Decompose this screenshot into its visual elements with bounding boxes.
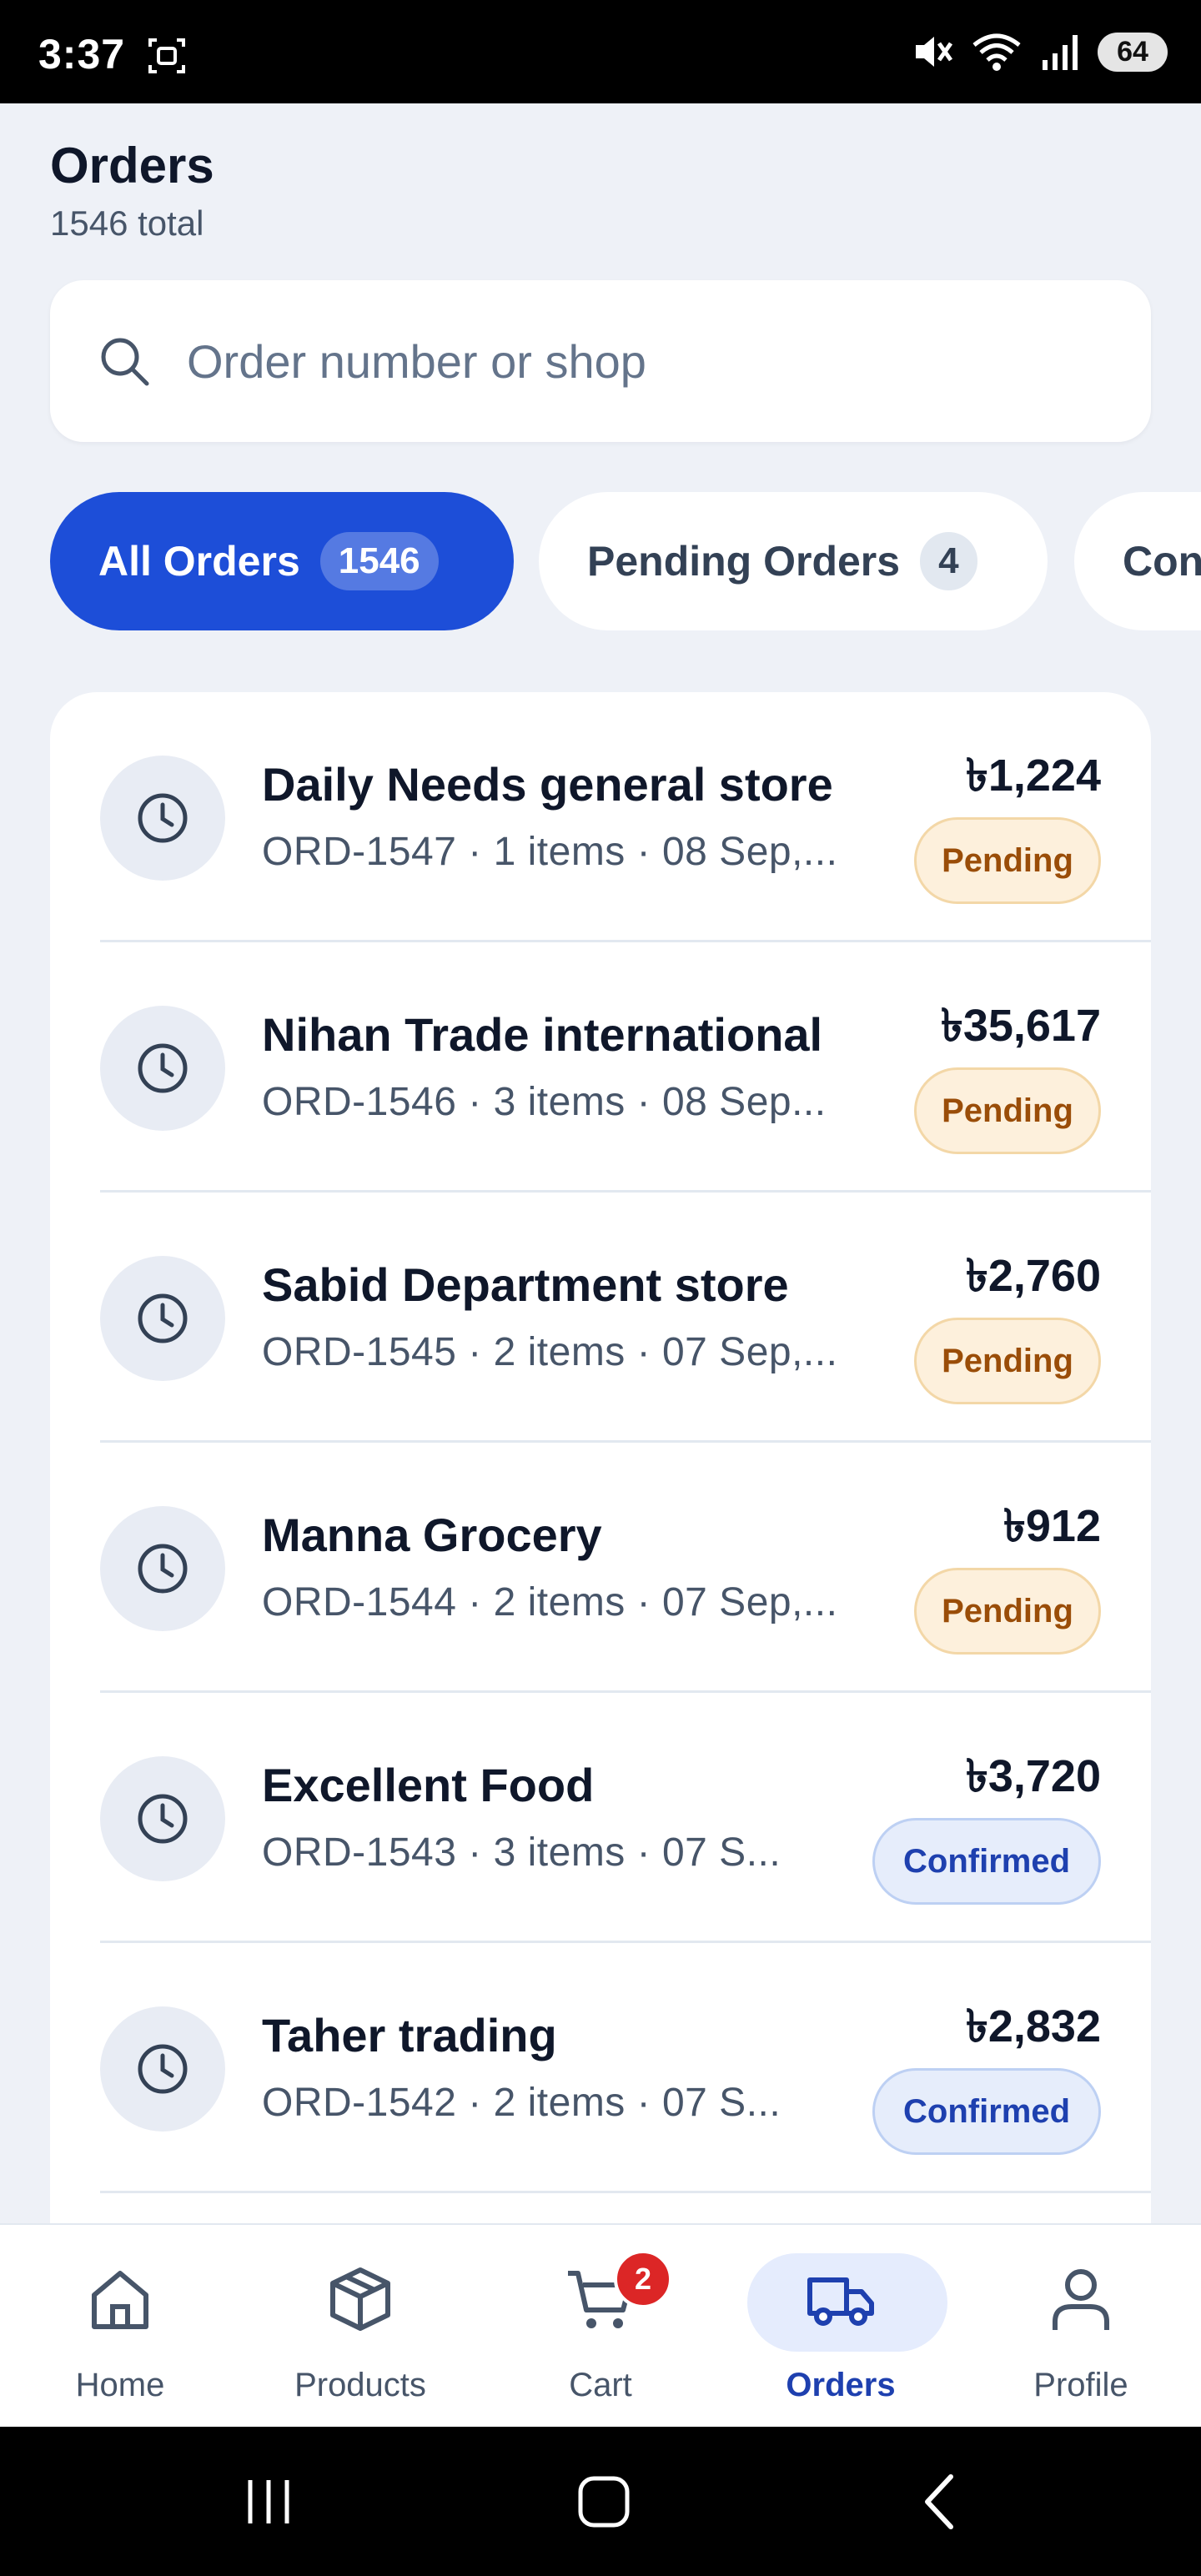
status-badge: Pending (914, 1318, 1101, 1404)
order-status-icon (100, 756, 225, 881)
nav-label: Profile (1033, 2367, 1128, 2403)
back-icon[interactable] (907, 2468, 974, 2535)
order-row[interactable]: Nihan Trade international ORD-1546 · 3 i… (50, 942, 1151, 1193)
clock-icon (138, 1544, 188, 1594)
order-amount: ৳2,760 (965, 1251, 1101, 1301)
search-icon (101, 338, 149, 386)
order-status-icon (100, 1756, 225, 1881)
nav-home[interactable]: Home (0, 2225, 240, 2428)
nav-cart[interactable]: 2 Cart (480, 2225, 721, 2428)
tab-count-badge: 4 (920, 532, 977, 590)
clock-icon (138, 1293, 188, 1343)
bottom-navigation: Home Products 2 Cart Orders Profile (0, 2223, 1201, 2427)
orders-total-count: 1546 total (50, 203, 204, 243)
tab-label: Pending Orders (587, 538, 901, 585)
order-meta: ORD-1544 · 2 items · 07 Sep,... (262, 1580, 838, 1624)
tab-all-orders[interactable]: All Orders 1546 (50, 492, 514, 630)
nav-label: Orders (786, 2367, 896, 2403)
clock-icon (138, 1043, 188, 1093)
shop-name: Manna Grocery (262, 1509, 602, 1561)
status-time: 3:37 (38, 31, 126, 78)
status-badge: Confirmed (872, 2068, 1101, 2155)
orders-list: Daily Needs general store ORD-1547 · 1 i… (50, 692, 1151, 2360)
search-bar[interactable] (50, 280, 1151, 442)
home-button-icon[interactable] (570, 2468, 637, 2535)
signal-icon (1043, 35, 1078, 70)
mute-icon (916, 37, 953, 67)
tab-label: All Orders (98, 538, 300, 585)
order-amount: ৳1,224 (965, 751, 1101, 801)
shop-name: Taher trading (262, 2009, 557, 2061)
status-badge: Pending (914, 817, 1101, 904)
nav-profile[interactable]: Profile (961, 2225, 1201, 2428)
battery-icon: 64 (1098, 32, 1168, 72)
order-status-icon (100, 1006, 225, 1131)
order-amount: ৳35,617 (940, 1001, 1101, 1051)
nav-products[interactable]: Products (240, 2225, 480, 2428)
order-meta: ORD-1542 · 2 items · 07 S... (262, 2081, 781, 2125)
order-meta: ORD-1547 · 1 items · 08 Sep,... (262, 830, 838, 874)
order-meta: ORD-1543 · 3 items · 07 S... (262, 1830, 781, 1875)
order-meta: ORD-1546 · 3 items · 08 Sep... (262, 1080, 827, 1124)
order-row[interactable]: Sabid Department store ORD-1545 · 2 item… (50, 1193, 1151, 1443)
order-row[interactable]: Taher trading ORD-1542 · 2 items · 07 S.… (50, 1943, 1151, 2193)
search-input[interactable] (187, 322, 1104, 400)
order-amount: ৳3,720 (965, 1751, 1101, 1801)
order-status-icon (100, 1256, 225, 1381)
status-badge: Confirmed (872, 1818, 1101, 1905)
clock-icon (138, 2044, 188, 2094)
cart-count-badge: 2 (614, 2250, 672, 2308)
clock-icon (138, 793, 188, 843)
nav-label: Cart (569, 2367, 632, 2403)
tab-confirmed-orders[interactable]: Confirmed (1074, 492, 1201, 630)
wifi-icon (972, 33, 1021, 71)
home-icon (92, 2271, 148, 2329)
shop-name: Sabid Department store (262, 1258, 789, 1311)
status-badge: Pending (914, 1568, 1101, 1655)
status-bar: 3:37 64 (0, 0, 1201, 103)
order-amount: ৳912 (1003, 1501, 1101, 1551)
user-icon (1053, 2269, 1109, 2330)
nav-orders[interactable]: Orders (721, 2225, 961, 2428)
tab-pending-orders[interactable]: Pending Orders 4 (539, 492, 1048, 630)
truck-icon (807, 2277, 874, 2326)
recent-apps-icon[interactable] (235, 2468, 302, 2535)
tab-count-badge: 1546 (319, 532, 439, 590)
nav-label: Products (294, 2367, 426, 2403)
shop-name: Daily Needs general store (262, 758, 833, 811)
nav-label: Home (75, 2367, 165, 2403)
system-navigation-bar (0, 2427, 1201, 2576)
order-row[interactable]: Manna Grocery ORD-1544 · 2 items · 07 Se… (50, 1443, 1151, 1693)
order-filter-tabs: All Orders 1546 Pending Orders 4 Confirm… (50, 492, 1201, 632)
tab-label: Confirmed (1123, 538, 1201, 585)
order-row[interactable]: Excellent Food ORD-1543 · 3 items · 07 S… (50, 1693, 1151, 1943)
box-icon (330, 2267, 390, 2331)
order-amount: ৳2,832 (965, 2001, 1101, 2051)
shop-name: Excellent Food (262, 1759, 595, 1811)
order-row[interactable]: Daily Needs general store ORD-1547 · 1 i… (50, 692, 1151, 942)
clock-icon (138, 1794, 188, 1844)
status-icons: 64 (911, 32, 1168, 72)
order-status-icon (100, 1506, 225, 1631)
shop-name: Nihan Trade international (262, 1008, 823, 1061)
order-meta: ORD-1545 · 2 items · 07 Sep,... (262, 1330, 838, 1374)
page-title: Orders (50, 138, 214, 193)
screenshot-icon (148, 38, 185, 73)
row-divider (100, 2191, 1151, 2193)
order-status-icon (100, 2006, 225, 2132)
status-badge: Pending (914, 1067, 1101, 1154)
